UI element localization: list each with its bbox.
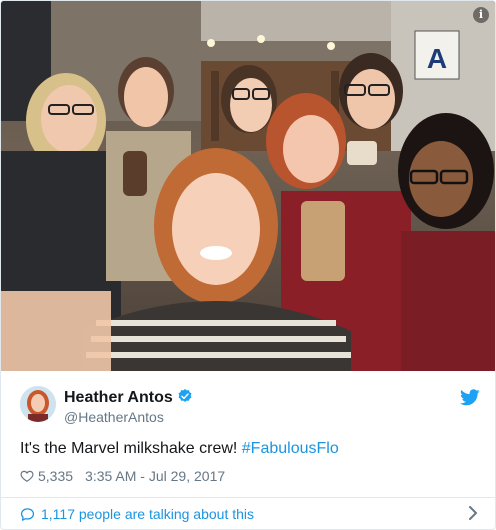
like-count[interactable]: 5,335 bbox=[38, 467, 73, 485]
conversation-link[interactable]: 1,117 people are talking about this bbox=[20, 504, 480, 524]
verified-badge-icon bbox=[178, 389, 192, 402]
talking-label: 1,117 people are talking about this bbox=[41, 506, 255, 522]
tweet-photo[interactable]: A i bbox=[1, 1, 495, 371]
group-selfie-image: A bbox=[1, 1, 495, 371]
author-display-name[interactable]: Heather Antos bbox=[64, 389, 173, 406]
tweet-meta: 5,335 3:35 AM - Jul 29, 2017 bbox=[20, 467, 225, 485]
chevron-right-icon bbox=[469, 506, 477, 520]
tweet-text: It's the Marvel milkshake crew! #Fabulou… bbox=[20, 438, 339, 460]
tweet-author: Heather Antos @HeatherAntos bbox=[20, 386, 480, 428]
twitter-bird-icon[interactable] bbox=[460, 389, 480, 406]
speech-bubble-icon bbox=[20, 507, 35, 521]
tweet-text-body: It's the Marvel milkshake crew! bbox=[20, 440, 242, 457]
divider bbox=[1, 497, 495, 498]
heart-icon[interactable] bbox=[20, 469, 34, 483]
info-icon[interactable]: i bbox=[473, 7, 489, 23]
author-handle[interactable]: @HeatherAntos bbox=[64, 408, 193, 426]
tweet-timestamp[interactable]: 3:35 AM - Jul 29, 2017 bbox=[85, 467, 225, 485]
tweet-card: A i Heather Antos @HeatherAntos It's the… bbox=[0, 0, 496, 530]
hashtag-link[interactable]: #FabulousFlo bbox=[242, 440, 339, 457]
avatar[interactable] bbox=[20, 386, 56, 422]
sign-letter: A bbox=[427, 43, 447, 74]
